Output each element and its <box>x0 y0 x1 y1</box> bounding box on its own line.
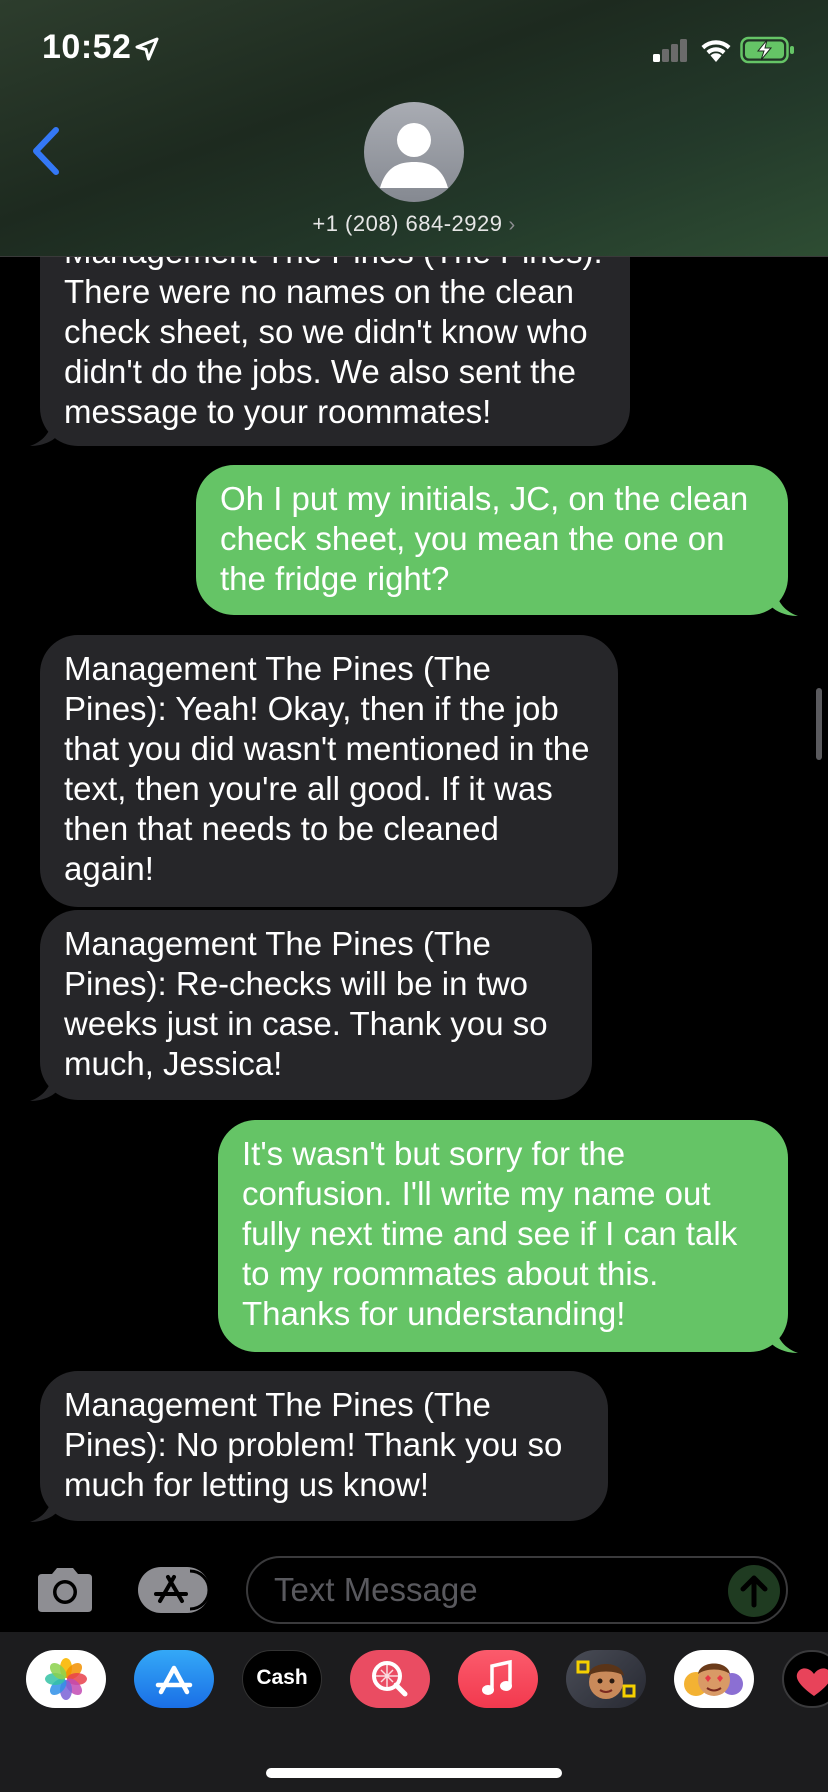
cash-label: Cash <box>256 1666 308 1689</box>
app-store-icon[interactable] <box>134 1650 214 1708</box>
message-text: Oh I put my initials, JC, on the clean c… <box>220 480 749 597</box>
message-input-placeholder: Text Message <box>274 1571 478 1608</box>
wifi-icon <box>701 40 731 62</box>
chevron-right-icon: › <box>508 214 516 236</box>
battery-charging-icon <box>740 36 794 64</box>
bubble-tail <box>30 1073 60 1101</box>
message-input[interactable]: Text Message <box>246 1556 788 1624</box>
app-store-a-icon <box>154 1569 211 1611</box>
apple-cash-icon[interactable]: Cash <box>242 1650 322 1708</box>
home-indicator[interactable] <box>266 1768 562 1778</box>
message-text: Management The Pines (The Pines): Re-che… <box>64 925 548 1082</box>
contact-number: +1 (208) 684-2929 <box>312 211 503 236</box>
location-arrow-icon <box>135 37 159 61</box>
bubble-tail <box>768 588 798 616</box>
web-images-icon[interactable] <box>350 1650 430 1708</box>
contact-name[interactable]: +1 (208) 684-2929 › <box>0 211 828 237</box>
contact-avatar[interactable] <box>364 102 464 202</box>
incoming-message[interactable]: Management The Pines (The Pines): No pro… <box>40 1371 608 1521</box>
bubble-tail <box>768 1325 798 1353</box>
photos-icon[interactable] <box>26 1650 106 1708</box>
bubble-tail <box>30 1494 60 1522</box>
person-icon <box>380 123 448 188</box>
message-text: Management The Pines (The Pines): Yeah! … <box>64 650 590 887</box>
memoji-icon[interactable] <box>566 1650 646 1708</box>
incoming-message[interactable]: Management The Pines (The Pines): Yeah! … <box>40 635 618 907</box>
scroll-indicator[interactable] <box>816 688 822 760</box>
status-time: 10:52 <box>42 28 132 66</box>
back-chevron-icon[interactable] <box>28 126 64 176</box>
bubble-tail <box>30 418 60 446</box>
message-text: Management The Pines (The Pines): No pro… <box>64 1386 563 1503</box>
app-store-drawer-button[interactable] <box>138 1567 211 1613</box>
conversation-header: 10:52 +1 (208) 684-2929 › <box>0 0 828 257</box>
message-text: Management The Pines (The Pines): There … <box>64 233 603 430</box>
camera-icon[interactable] <box>34 1566 96 1614</box>
message-text: It's wasn't but sorry for the confusion.… <box>242 1135 738 1332</box>
outgoing-message[interactable]: It's wasn't but sorry for the confusion.… <box>218 1120 788 1352</box>
cellular-signal-icon <box>653 39 687 62</box>
music-icon[interactable] <box>458 1650 538 1708</box>
send-button[interactable] <box>728 1565 780 1617</box>
arrow-up-icon <box>740 1575 768 1608</box>
incoming-message[interactable]: Management The Pines (The Pines): Re-che… <box>40 910 592 1100</box>
outgoing-message[interactable]: Oh I put my initials, JC, on the clean c… <box>196 465 788 615</box>
animoji-icon[interactable] <box>674 1650 754 1708</box>
